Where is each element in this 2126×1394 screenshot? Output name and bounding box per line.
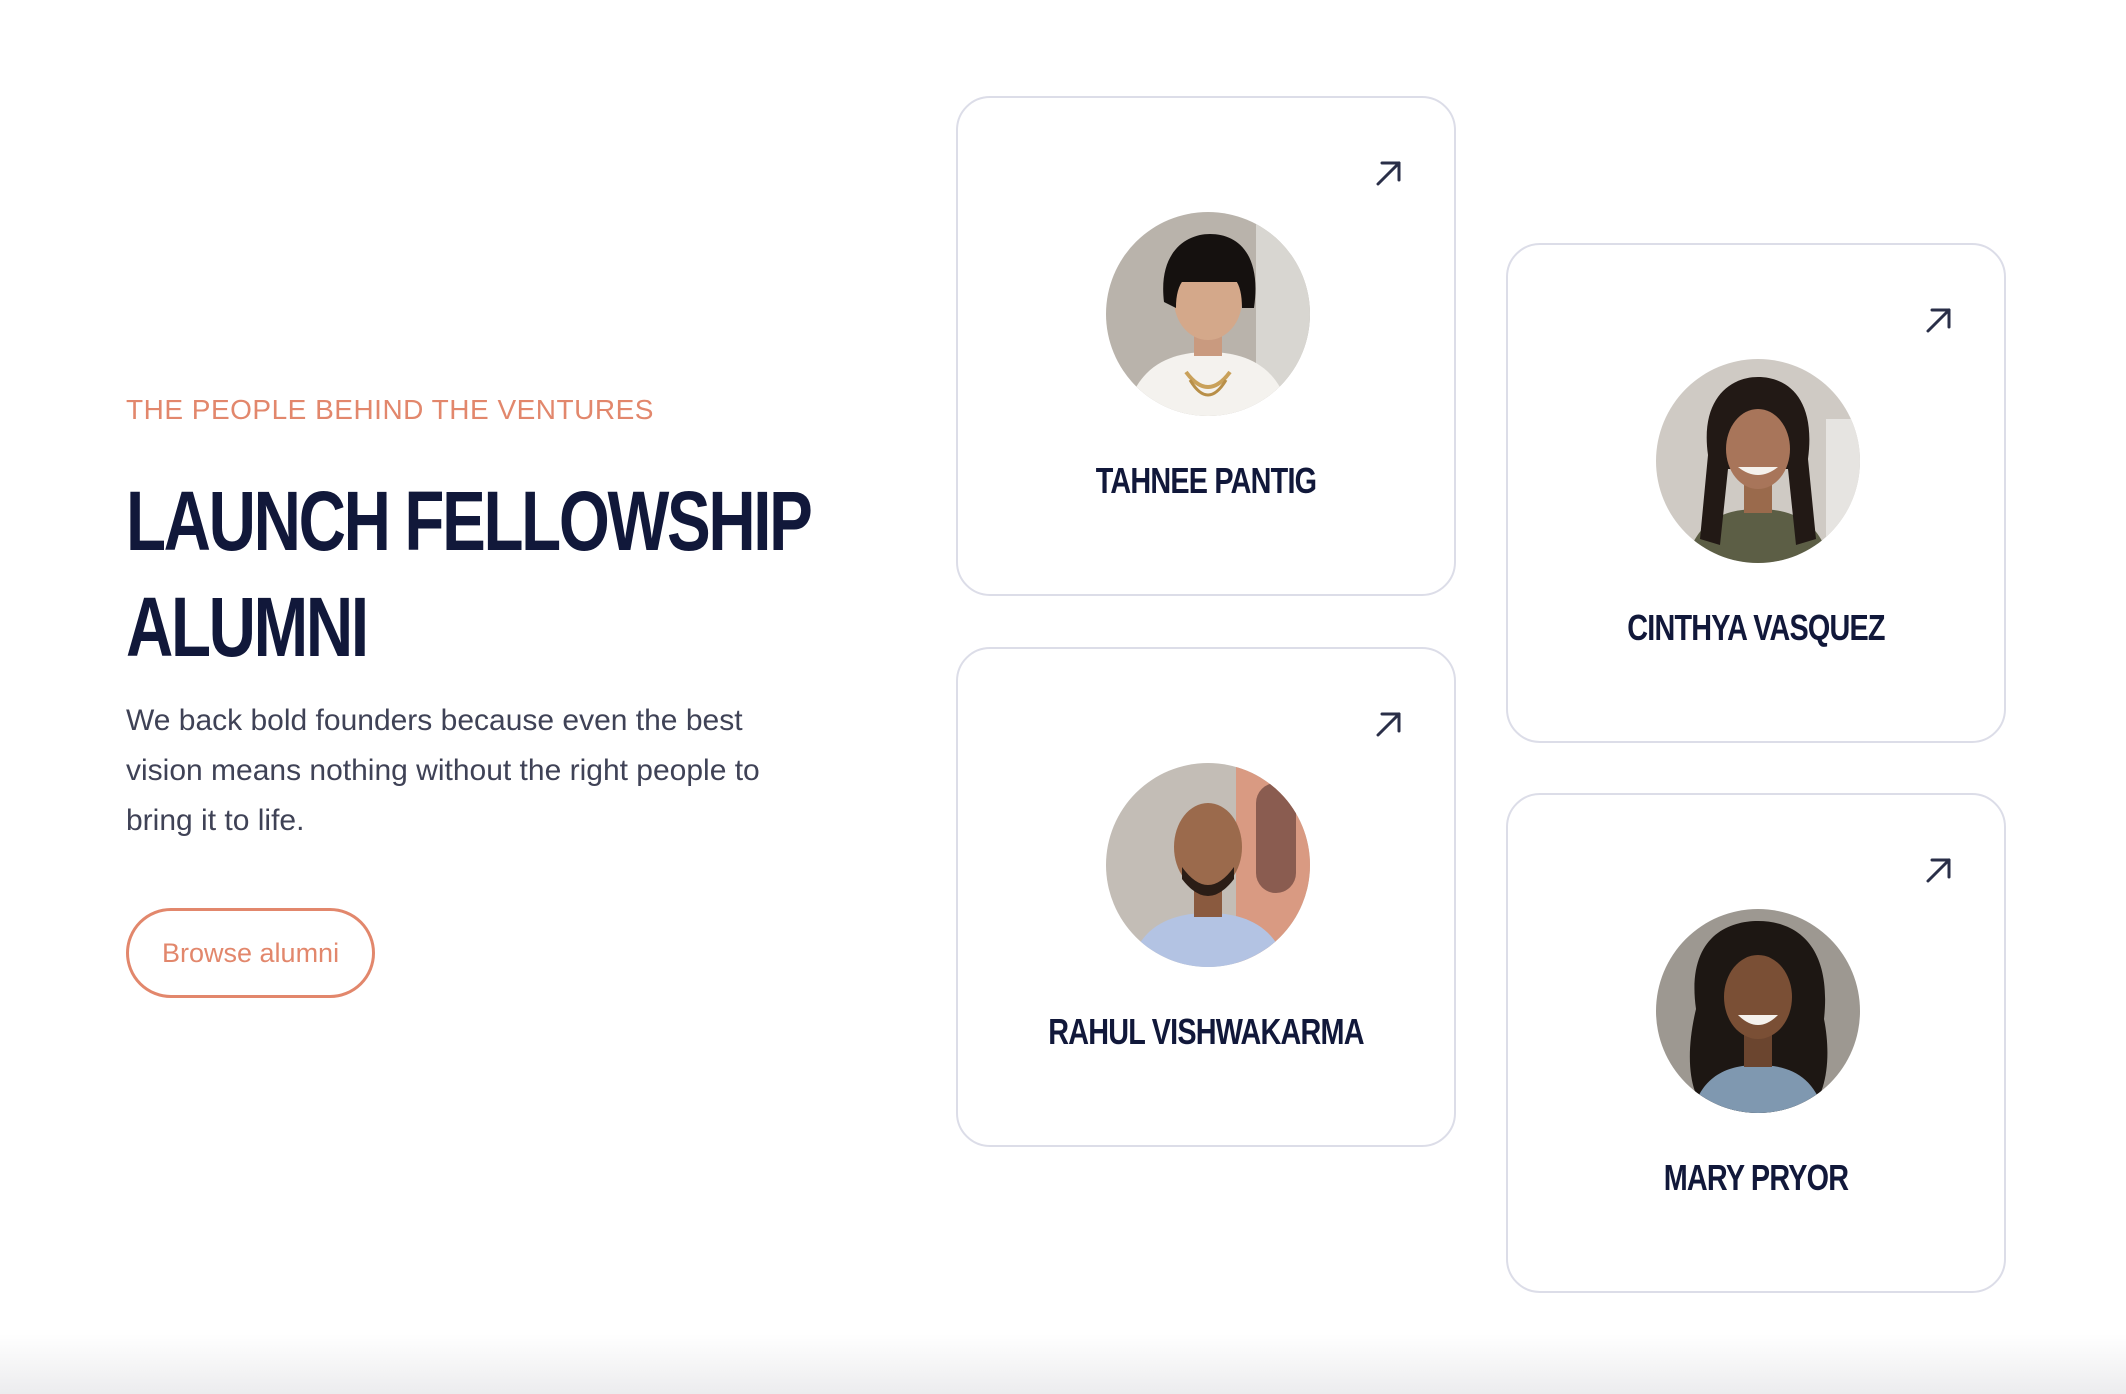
- intro-section: THE PEOPLE BEHIND THE VENTURES LAUNCH FE…: [126, 390, 846, 998]
- arrow-up-right-icon[interactable]: [1372, 156, 1406, 190]
- arrow-up-right-icon[interactable]: [1372, 707, 1406, 741]
- browse-alumni-button[interactable]: Browse alumni: [126, 908, 376, 998]
- alumni-card-tahnee-pantig[interactable]: TAHNEE PANTIG: [956, 96, 1456, 596]
- alumni-name: CINTHYA VASQUEZ: [1627, 607, 1885, 648]
- alumni-name: RAHUL VISHWAKARMA: [1048, 1011, 1364, 1052]
- alumni-card-cinthya-vasquez[interactable]: CINTHYA VASQUEZ: [1506, 243, 2006, 743]
- avatar: [1656, 359, 1860, 563]
- section-description: We back bold founders because even the b…: [126, 704, 760, 837]
- alumni-card-rahul-vishwakarma[interactable]: RAHUL VISHWAKARMA: [956, 647, 1456, 1147]
- bottom-fade: [0, 1334, 2126, 1394]
- avatar: [1106, 763, 1310, 967]
- heading-line-1: LAUNCH FELLOWSHIP: [126, 474, 813, 568]
- section-heading: LAUNCH FELLOWSHIP ALUMNI: [126, 468, 828, 680]
- avatar: [1106, 212, 1310, 416]
- alumni-name: TAHNEE PANTIG: [1095, 460, 1317, 501]
- page: THE PEOPLE BEHIND THE VENTURES LAUNCH FE…: [0, 0, 2126, 1394]
- arrow-up-right-icon[interactable]: [1922, 303, 1956, 337]
- heading-line-2: ALUMNI: [126, 580, 369, 674]
- avatar: [1656, 909, 1860, 1113]
- eyebrow: THE PEOPLE BEHIND THE VENTURES: [126, 394, 654, 425]
- alumni-card-mary-pryor[interactable]: MARY PRYOR: [1506, 793, 2006, 1293]
- alumni-name: MARY PRYOR: [1663, 1157, 1849, 1198]
- arrow-up-right-icon[interactable]: [1922, 853, 1956, 887]
